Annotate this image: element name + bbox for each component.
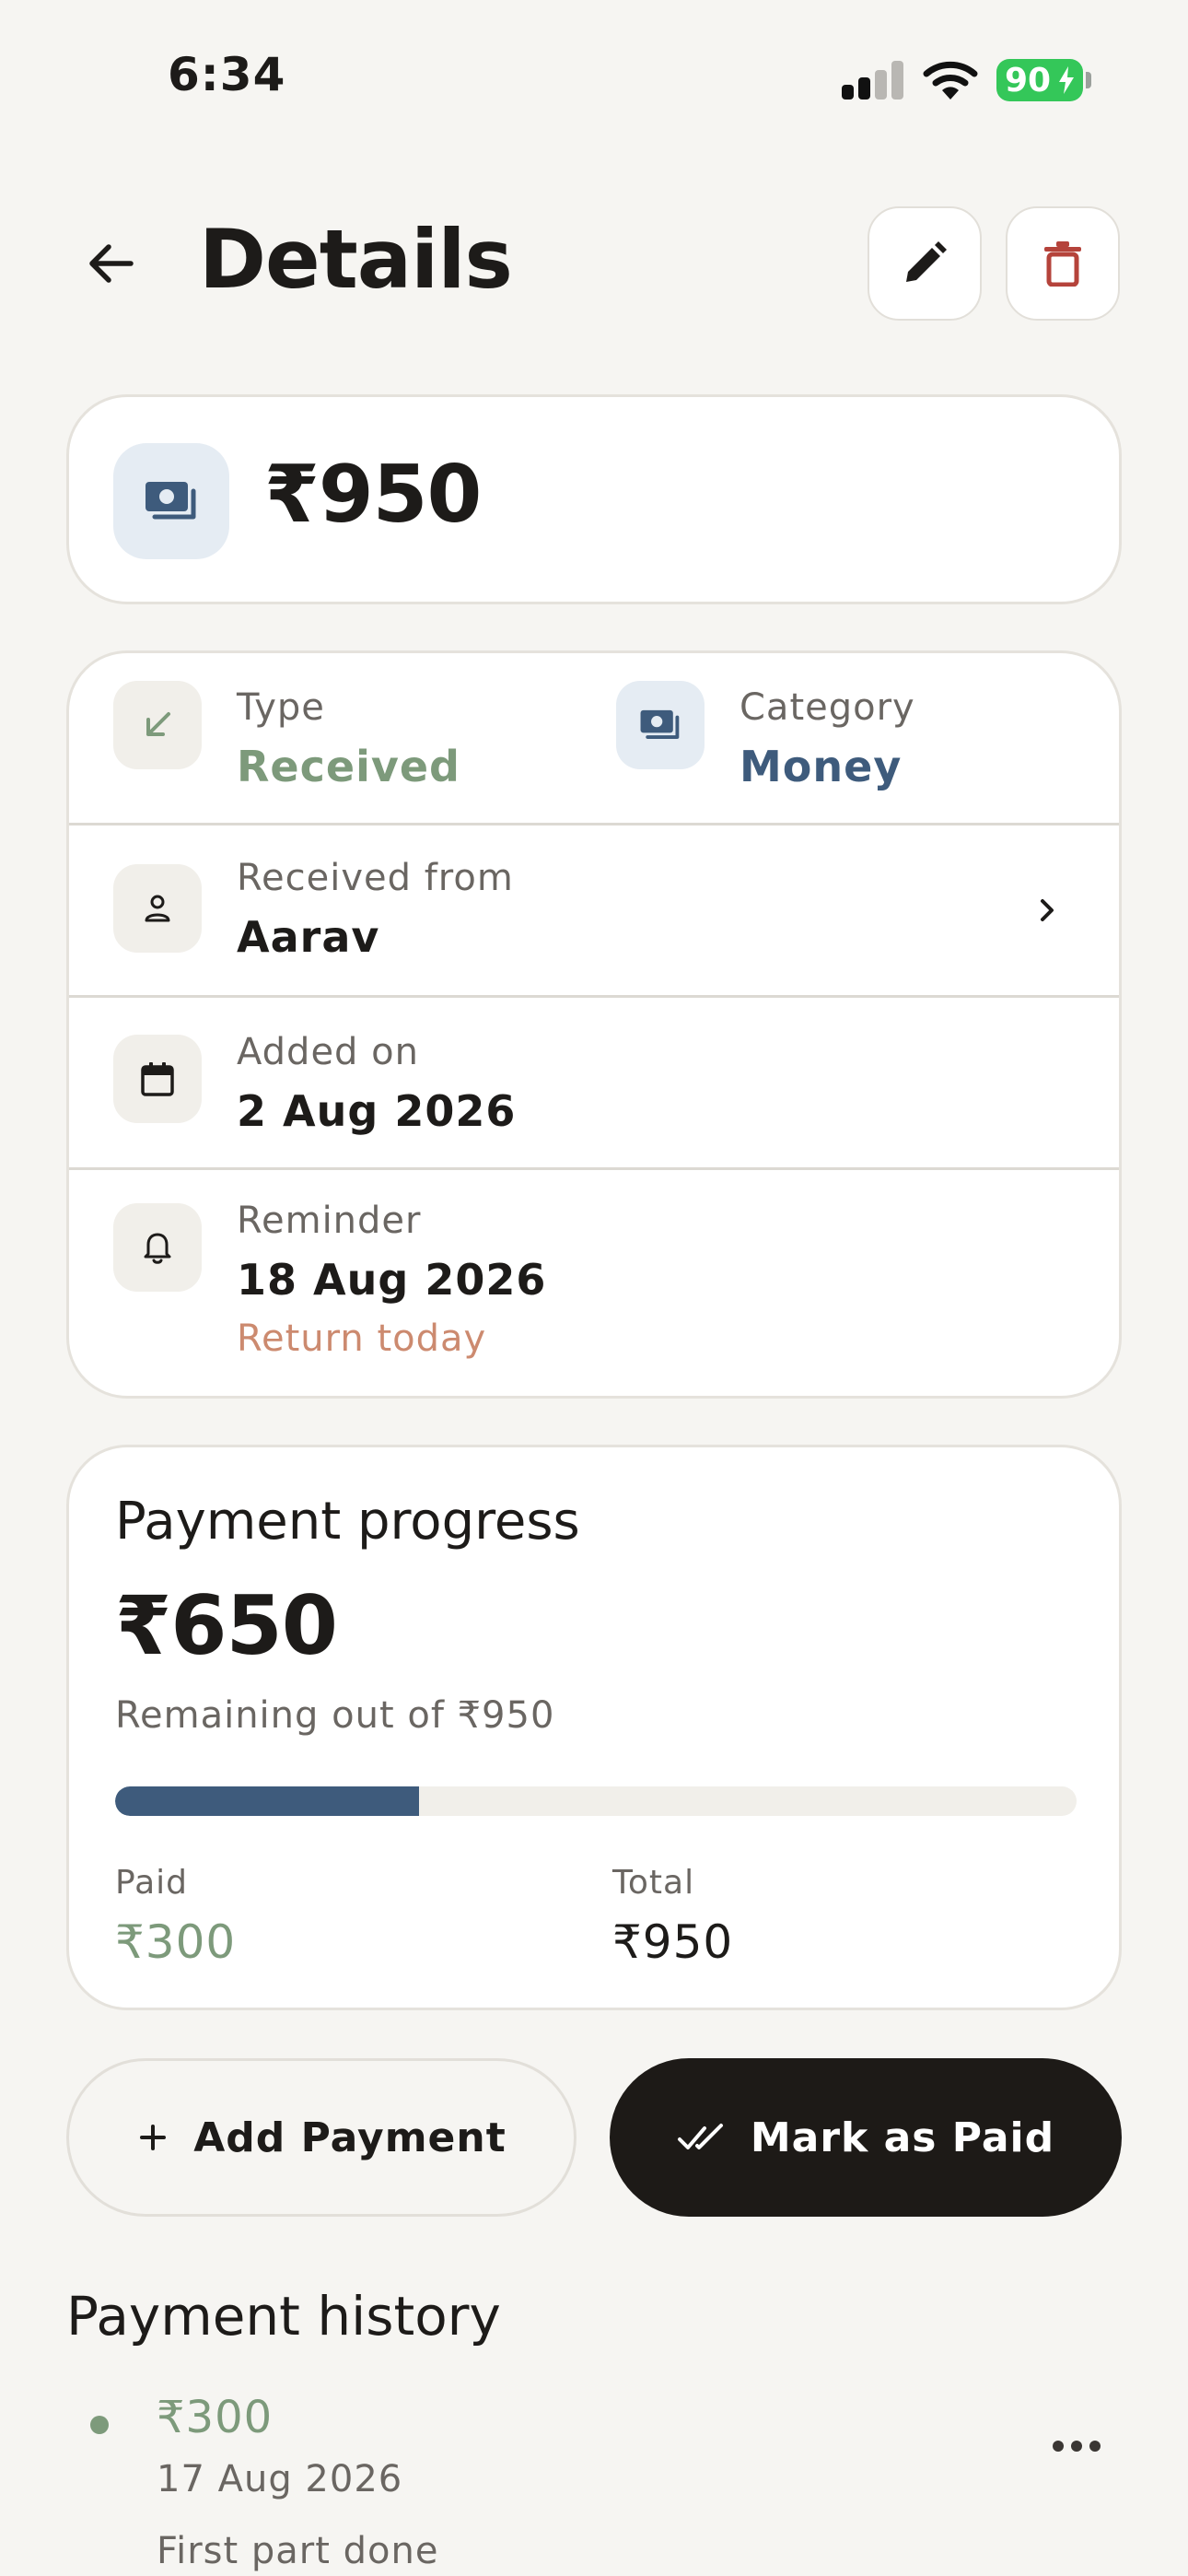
more-dots-icon — [1053, 2441, 1064, 2452]
category-icon-tile — [616, 681, 705, 769]
mark-as-paid-label: Mark as Paid — [750, 2113, 1055, 2161]
added-value: 2 Aug 2026 — [237, 1086, 517, 1136]
back-button[interactable] — [74, 227, 147, 300]
calendar-icon-tile — [113, 1035, 202, 1123]
added-row: Added on 2 Aug 2026 — [69, 998, 1119, 1167]
money-icon-tile — [113, 443, 229, 559]
payment-progress-card: Payment progress ₹650 Remaining out of ₹… — [66, 1445, 1122, 2010]
arrow-left-icon — [89, 244, 134, 283]
timeline-dot — [90, 2416, 109, 2434]
reminder-row: Reminder 18 Aug 2026 Return today — [69, 1170, 1119, 1396]
status-time: 6:34 — [168, 48, 286, 101]
battery-level: 90 — [1005, 61, 1052, 100]
bell-icon-tile — [113, 1203, 202, 1292]
history-note: First part done — [157, 2530, 439, 2572]
history-amount: ₹300 — [157, 2392, 274, 2443]
progress-bar-fill — [115, 1786, 419, 1816]
progress-bar — [115, 1786, 1077, 1816]
battery-cap — [1086, 72, 1091, 88]
battery-charging-icon: 90 — [996, 59, 1083, 101]
person-row[interactable]: Received from Aarav — [69, 825, 1119, 995]
type-category-row: Type Received Category Money — [69, 653, 1119, 823]
total-value: ₹950 — [612, 1915, 734, 1969]
cellular-signal-icon — [842, 61, 904, 100]
money-icon — [146, 482, 196, 520]
header: Details — [0, 203, 1188, 322]
reminder-note: Return today — [237, 1317, 487, 1360]
amount-value: ₹950 — [264, 449, 482, 541]
history-date: 17 Aug 2026 — [157, 2458, 403, 2500]
delete-button[interactable] — [1006, 206, 1120, 321]
category-value: Money — [740, 742, 903, 791]
edit-button[interactable] — [868, 206, 982, 321]
double-check-icon — [677, 2124, 723, 2149]
calendar-icon — [141, 1062, 174, 1096]
type-label: Type — [237, 686, 325, 729]
wifi-icon — [923, 61, 978, 100]
add-payment-label: Add Payment — [193, 2113, 507, 2161]
trash-icon — [1044, 241, 1081, 287]
mark-as-paid-button[interactable]: Mark as Paid — [610, 2058, 1122, 2217]
paid-label: Paid — [115, 1864, 189, 1902]
arrow-down-left-icon — [146, 712, 170, 736]
history-item: ₹300 17 Aug 2026 First part done — [0, 2386, 1188, 2576]
category-label: Category — [740, 686, 915, 729]
details-card: Type Received Category Money Received fr… — [66, 650, 1122, 1399]
progress-title: Payment progress — [115, 1492, 580, 1551]
person-icon-tile — [113, 864, 202, 953]
status-bar: 6:34 90 — [0, 0, 1188, 147]
add-payment-button[interactable]: Add Payment — [66, 2058, 577, 2217]
remaining-label: Remaining out of ₹950 — [115, 1694, 555, 1737]
person-label: Received from — [237, 857, 514, 899]
page-title: Details — [199, 212, 513, 307]
paid-value: ₹300 — [115, 1915, 237, 1969]
plus-icon — [140, 2125, 167, 2150]
pencil-icon — [906, 241, 947, 282]
payment-history-title: Payment history — [66, 2285, 501, 2348]
reminder-value: 18 Aug 2026 — [237, 1255, 547, 1305]
added-label: Added on — [237, 1031, 419, 1073]
more-options-button[interactable] — [1037, 2423, 1116, 2469]
reminder-label: Reminder — [237, 1200, 422, 1242]
amount-card: ₹950 — [66, 394, 1122, 604]
money-icon — [640, 709, 680, 739]
total-label: Total — [612, 1864, 695, 1902]
person-icon — [145, 895, 170, 922]
bolt-icon — [1059, 66, 1074, 94]
person-value: Aarav — [237, 912, 380, 962]
type-icon-tile — [113, 681, 202, 769]
chevron-right-icon — [1041, 899, 1054, 921]
bell-icon — [144, 1233, 171, 1264]
remaining-amount: ₹650 — [115, 1578, 338, 1673]
type-value: Received — [237, 742, 460, 791]
